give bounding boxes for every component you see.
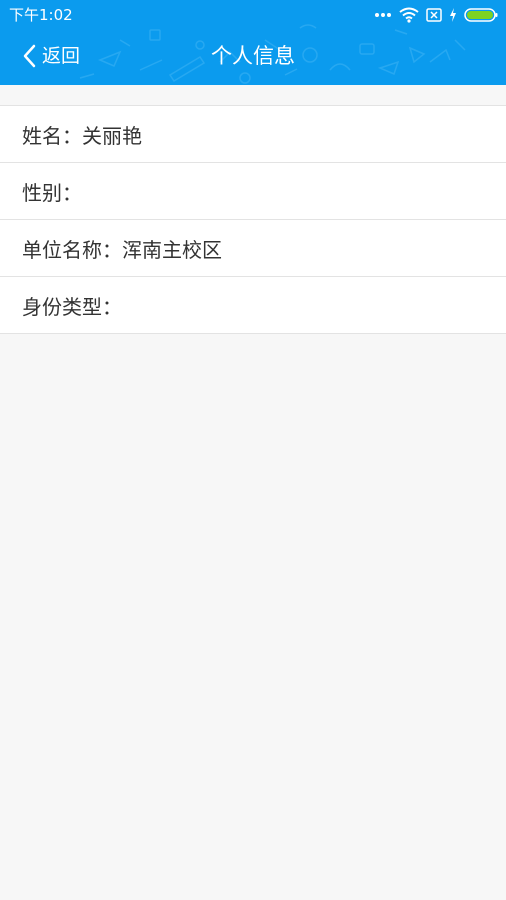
info-row-identity-type: 身份类型：: [0, 277, 506, 334]
identity-type-label: 身份类型：: [22, 294, 122, 319]
organization-label: 单位名称：: [22, 237, 122, 262]
charging-icon: [450, 8, 456, 22]
chevron-left-icon: [23, 44, 36, 68]
info-row-gender: 性别：: [0, 163, 506, 220]
nav-bar: 返回 个人信息: [0, 30, 506, 85]
name-value: 关丽艳: [82, 123, 142, 148]
info-row-organization: 单位名称： 浑南主校区: [0, 220, 506, 277]
organization-value: 浑南主校区: [122, 237, 222, 262]
name-label: 姓名：: [22, 123, 82, 148]
status-icons: [374, 5, 498, 25]
back-button[interactable]: 返回: [22, 40, 80, 72]
back-label: 返回: [42, 45, 81, 67]
battery-icon: [464, 8, 498, 22]
top-bar: 下午1:02 返回 个人信息: [0, 0, 506, 85]
info-row-name: 姓名： 关丽艳: [0, 106, 506, 163]
profile-info-list: 姓名： 关丽艳 性别： 单位名称： 浑南主校区 身份类型：: [0, 105, 506, 334]
dots-icon: [375, 13, 391, 17]
no-sim-icon: [426, 8, 442, 22]
status-time: 下午1:02: [9, 6, 73, 24]
gender-label: 性别：: [22, 180, 82, 205]
wifi-icon: [399, 7, 419, 23]
status-bar: 下午1:02: [0, 0, 506, 30]
